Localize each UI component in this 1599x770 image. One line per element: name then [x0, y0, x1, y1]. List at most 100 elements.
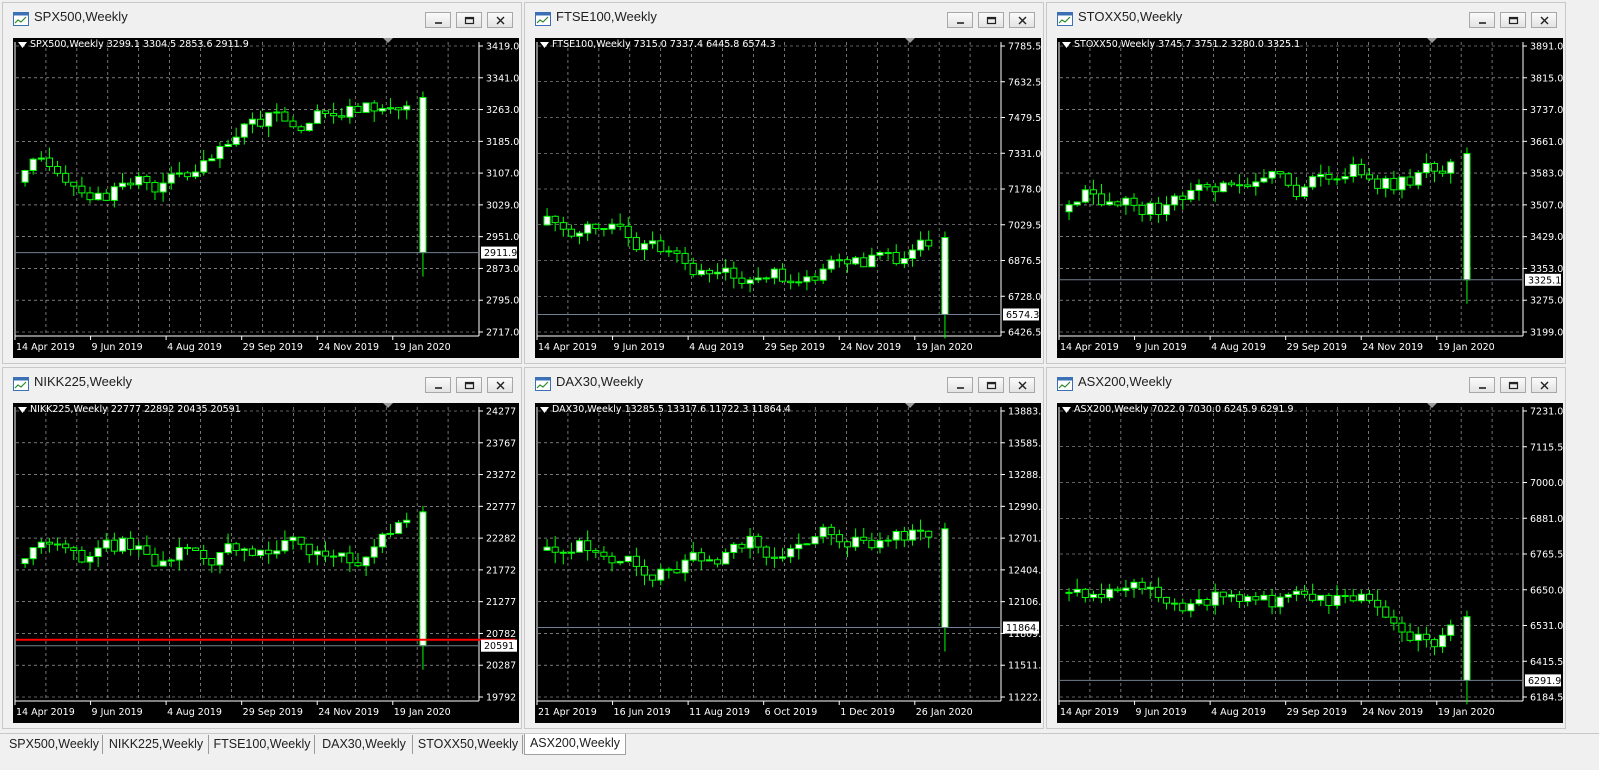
price-scale-label: 12404.0 [1008, 565, 1041, 576]
candlestick [1292, 176, 1300, 201]
tab-spx500[interactable]: SPX500,Weekly [6, 735, 103, 754]
candlestick [925, 530, 933, 549]
candlestick [640, 559, 649, 586]
candlestick [551, 215, 559, 232]
window-titlebar[interactable]: DAX30,Weekly [525, 368, 1043, 398]
close-button[interactable] [487, 377, 513, 393]
candlestick [673, 246, 681, 263]
candlestick [795, 272, 803, 287]
minimize-button[interactable] [1469, 377, 1495, 393]
time-scale-label: 14 Apr 2019 [16, 342, 75, 353]
current-price-label: 20591 [481, 639, 517, 652]
price-scale-label: 19792 [486, 693, 516, 704]
candlestick [575, 537, 584, 553]
close-button[interactable] [1009, 377, 1035, 393]
time-scale-label: 29 Sep 2019 [243, 342, 303, 353]
window-titlebar[interactable]: SPX500,Weekly [3, 3, 521, 33]
maximize-button[interactable] [978, 12, 1004, 28]
window-titlebar[interactable]: STOXX50,Weekly [1047, 3, 1565, 33]
price-scale-label: 3429.0 [1530, 232, 1563, 243]
price-scale-label: 3891.0 [1530, 42, 1563, 53]
candlestick [1414, 170, 1422, 190]
candlestick-latest [1463, 147, 1471, 304]
price-chart[interactable]: 7785.5 7632.5 7479.5 7331.0 7178.0 7029.5 6876… [535, 38, 1041, 358]
price-chart[interactable]: 7231.0 7115.5 7000.0 6881.0 6765.5 6650.0 6531… [1057, 403, 1563, 723]
tab-asx200[interactable]: ASX200,Weekly [524, 734, 626, 755]
candlestick [1422, 153, 1430, 178]
candlestick [1276, 593, 1284, 615]
price-chart[interactable]: 3419.0 3341.0 3263.0 3185.0 3107.0 3029.0 2951… [13, 38, 519, 358]
maximize-button[interactable] [1500, 377, 1526, 393]
minimize-button[interactable] [425, 12, 451, 28]
maximize-button[interactable] [456, 12, 482, 28]
price-scale-label: 3263.0 [486, 105, 519, 116]
maximize-button[interactable] [456, 377, 482, 393]
price-scale-label: 3199.0 [1530, 328, 1563, 339]
current-price-label: 2911.9 [481, 246, 517, 259]
price-scale-label: 20782 [486, 629, 516, 640]
ohlc-info-text: ASX200,Weekly 7022.0 7030.0 6245.9 6291.… [1074, 404, 1294, 415]
close-button[interactable] [1009, 12, 1035, 28]
time-scale-label: 9 Jun 2019 [92, 342, 143, 353]
tab-nikk225[interactable]: NIKK225,Weekly [104, 735, 209, 754]
window-titlebar[interactable]: NIKK225,Weekly [3, 368, 521, 398]
tab-ftse100[interactable]: FTSE100,Weekly [210, 735, 315, 754]
candlestick [852, 255, 860, 266]
minimize-button[interactable] [947, 12, 973, 28]
chart-window-dax[interactable]: DAX30,Weekly 13883.0 13585.5 13288.0 12990.5… [524, 367, 1044, 729]
price-scale-label: 3507.0 [1530, 200, 1563, 211]
candlestick [543, 208, 551, 226]
time-scale-label: 29 Sep 2019 [1287, 707, 1347, 718]
time-scale-label: 14 Apr 2019 [1060, 342, 1119, 353]
chart-window-stoxx[interactable]: STOXX50,Weekly 3891.0 3815.0 3737.0 3661.0 35… [1046, 2, 1566, 364]
candlestick [632, 232, 640, 252]
tab-dax30[interactable]: DAX30,Weekly [316, 735, 413, 754]
candlestick [1382, 175, 1390, 198]
price-scale-label: 7000.0 [1530, 478, 1563, 489]
close-icon [1018, 381, 1027, 390]
time-scale-label: 9 Jun 2019 [1136, 342, 1187, 353]
price-scale-label: 3029.0 [486, 200, 519, 211]
candlestick [1268, 170, 1276, 184]
candlestick [860, 527, 868, 545]
chart-shift-marker [905, 38, 915, 43]
candlestick [697, 547, 705, 571]
price-chart[interactable]: 13883.0 13585.5 13288.0 12990.5 12701.5 12404… [535, 403, 1041, 723]
tab-stoxx50[interactable]: STOXX50,Weekly [414, 735, 523, 754]
minimize-button[interactable] [425, 377, 451, 393]
chart-window-ftse[interactable]: FTSE100,Weekly 7785.5 7632.5 7479.5 7331.0 71… [524, 2, 1044, 364]
ohlc-info-text: FTSE100,Weekly 7315.0 7337.4 6445.8 6574… [552, 39, 776, 50]
minimize-button[interactable] [1469, 12, 1495, 28]
price-scale-label: 21277 [486, 597, 516, 608]
candlestick [1268, 588, 1276, 615]
price-scale-label: 3419.0 [486, 42, 519, 53]
candlestick [1317, 594, 1325, 607]
chart-window-spx[interactable]: SPX500,Weekly 3419.0 3341.0 3263.0 3185.0 310… [2, 2, 522, 364]
chart-shift-marker [1427, 403, 1437, 408]
price-scale-label: 3353.0 [1530, 264, 1563, 275]
chart-window-asx[interactable]: ASX200,Weekly 7231.0 7115.5 7000.0 6881.0 676… [1046, 367, 1566, 729]
price-chart[interactable]: 24277 23767 23272 22777 22282 21772 21277 20782… [13, 403, 519, 723]
candlestick [45, 538, 53, 553]
candlestick [705, 267, 714, 283]
minimize-button[interactable] [947, 377, 973, 393]
maximize-button[interactable] [978, 377, 1004, 393]
price-scale-label: 6415.5 [1530, 657, 1563, 668]
price-chart[interactable]: 3891.0 3815.0 3737.0 3661.0 3583.0 3507.0 3429… [1057, 38, 1563, 358]
candlestick [738, 271, 746, 289]
candlestick [53, 160, 62, 177]
price-scale-label: 6426.5 [1008, 328, 1041, 339]
candlestick [657, 564, 665, 586]
candlestick [1244, 594, 1252, 607]
candlestick [803, 543, 811, 546]
chart-window-nikk[interactable]: NIKK225,Weekly 24277 23767 23272 22777 22282 2… [2, 367, 522, 729]
close-button[interactable] [487, 12, 513, 28]
window-titlebar[interactable]: ASX200,Weekly [1047, 368, 1565, 398]
candlestick [216, 552, 224, 574]
window-titlebar[interactable]: FTSE100,Weekly [525, 3, 1043, 33]
close-button[interactable] [1531, 377, 1557, 393]
maximize-button[interactable] [1500, 12, 1526, 28]
close-button[interactable] [1531, 12, 1557, 28]
candlestick [62, 539, 70, 554]
candlestick [151, 180, 159, 200]
